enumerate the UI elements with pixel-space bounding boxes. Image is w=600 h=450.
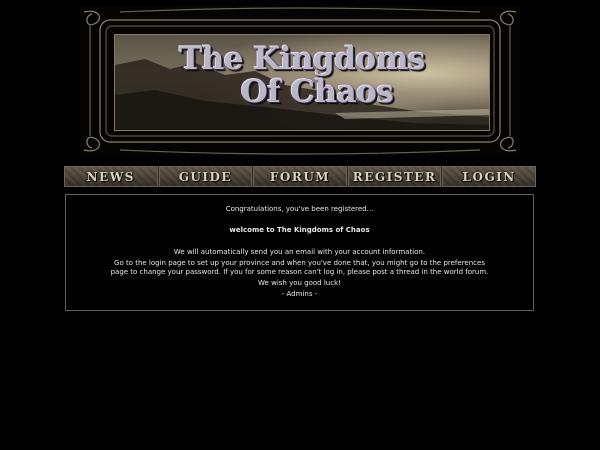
nav-guide-button[interactable]: GUIDE	[158, 166, 253, 187]
logo-line-1: The Kingdoms	[179, 41, 425, 77]
site-logo-title: The Kingdoms Of Chaos	[115, 43, 489, 109]
admins-signature: - Admins -	[281, 290, 318, 298]
logo-line-2: Of Chaos	[240, 74, 394, 110]
main-nav: NEWS GUIDE FORUM REGISTER LOGIN	[64, 166, 536, 187]
congrats-text: Congratulations, you've been registered.…	[225, 205, 374, 213]
header-banner: The Kingdoms Of Chaos	[80, 6, 520, 156]
good-luck-text: We wish you good luck!	[258, 279, 341, 287]
nav-news-button[interactable]: NEWS	[64, 166, 158, 187]
nav-forum-button[interactable]: FORUM	[253, 166, 347, 187]
banner-artwork: The Kingdoms Of Chaos	[114, 34, 490, 131]
nav-register-button[interactable]: REGISTER	[347, 166, 442, 187]
instructions-text: Go to the login page to set up your prov…	[110, 259, 489, 276]
welcome-heading: welcome to The Kingdoms of Chaos	[229, 226, 370, 234]
registration-message-panel: Congratulations, you've been registered.…	[65, 194, 534, 311]
email-info-text: We will automatically send you an email …	[173, 248, 426, 256]
nav-login-button[interactable]: LOGIN	[442, 166, 536, 187]
